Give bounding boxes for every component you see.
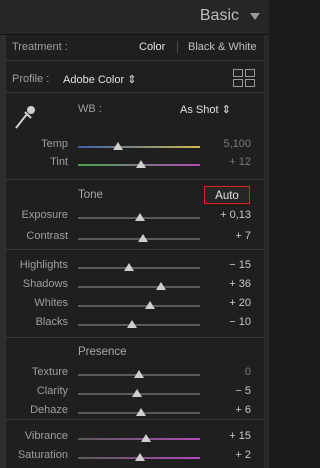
treatment-divider [177,41,178,53]
slider-label: Highlights [19,259,68,271]
divider [6,179,264,180]
slider-thumb[interactable] [137,234,148,242]
wb-dropdown[interactable]: As Shot ⇕ [180,103,231,116]
wb-label: WB : [78,103,102,115]
slider-value[interactable]: + 0,13 [207,209,251,221]
slider-track[interactable] [78,286,200,288]
basic-panel: Basic Treatment : Color Black & White Pr… [0,0,269,468]
panel-title: Basic [199,7,239,24]
slider-thumb[interactable] [134,370,144,378]
wb-eyedropper-icon[interactable] [12,100,38,132]
divider [6,92,264,93]
slider-value[interactable]: + 36 [207,278,251,290]
slider-label: Clarity [36,385,68,397]
slider-label: Temp [41,138,68,150]
profile-dropdown[interactable]: Adobe Color ⇕ [63,73,136,86]
slider-value[interactable]: + 6 [207,404,251,416]
slider-label: Vibrance [24,430,68,442]
slider-thumb[interactable] [113,142,124,150]
divider [6,60,264,61]
slider-value[interactable]: 5,100 [207,138,251,150]
divider [6,249,264,250]
treatment-label: Treatment : [12,41,68,53]
slider-thumb[interactable] [126,320,137,328]
slider-thumb[interactable] [135,213,146,221]
slider-label: Texture [31,366,68,378]
slider-thumb[interactable] [136,160,147,168]
treatment-color-option[interactable]: Color [139,41,165,53]
slider-track[interactable] [78,305,200,307]
profile-label: Profile : [12,73,50,85]
slider-value[interactable]: 0 [207,366,251,378]
divider [6,337,264,338]
right-edge [264,35,269,468]
slider-label: Whites [34,297,68,309]
tone-section-title: Tone [78,189,103,201]
collapse-triangle-icon[interactable] [250,13,260,20]
slider-value[interactable]: + 2 [207,449,251,461]
slider-label: Contrast [26,230,68,242]
slider-value[interactable]: + 12 [207,156,251,168]
auto-tone-button[interactable]: Auto [204,186,250,204]
slider-label: Exposure [21,209,68,221]
slider-label: Shadows [22,278,68,290]
panel-header[interactable]: Basic [0,0,269,35]
slider-value[interactable]: − 5 [207,385,251,397]
slider-label: Saturation [17,449,68,461]
profile-browser-grid-icon[interactable] [233,69,255,87]
slider-track[interactable] [78,146,200,148]
treatment-bw-option[interactable]: Black & White [188,41,256,53]
slider-thumb[interactable] [131,389,142,397]
slider-label: Blacks [35,316,68,328]
presence-section-title: Presence [78,346,127,358]
slider-thumb[interactable] [135,453,146,461]
slider-label: Tint [50,156,68,168]
slider-value[interactable]: + 7 [207,230,251,242]
divider [6,419,264,420]
slider-label: Dehaze [30,404,68,416]
slider-track[interactable] [78,438,200,440]
slider-thumb[interactable] [144,301,155,309]
slider-value[interactable]: − 15 [207,259,251,271]
slider-thumb[interactable] [155,282,166,290]
slider-track[interactable] [78,267,200,269]
slider-thumb[interactable] [141,434,152,442]
slider-thumb[interactable] [136,408,147,416]
slider-value[interactable]: + 15 [207,430,251,442]
slider-thumb[interactable] [124,263,135,271]
slider-value[interactable]: − 10 [207,316,251,328]
slider-value[interactable]: + 20 [207,297,251,309]
slider-track[interactable] [78,324,200,326]
